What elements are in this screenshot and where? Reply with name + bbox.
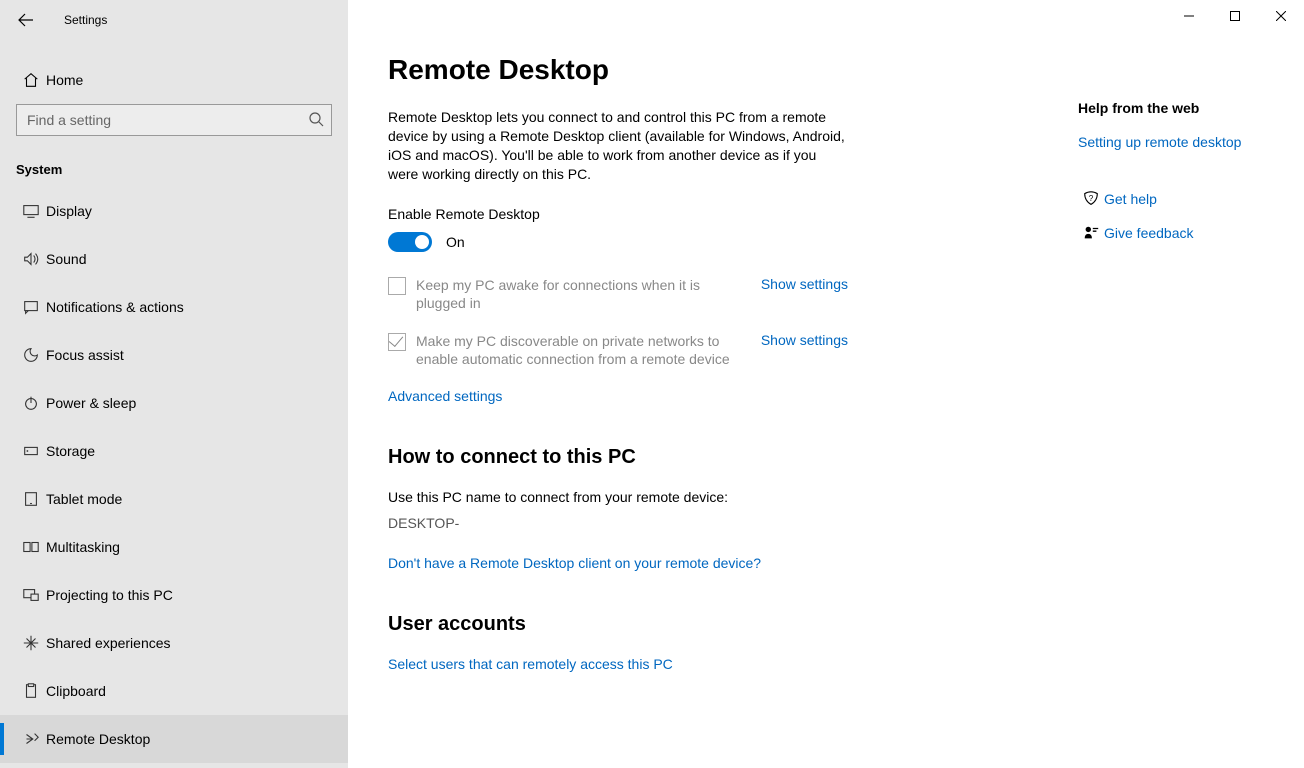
keep-awake-label: Keep my PC awake for connections when it… — [416, 276, 741, 312]
power-icon — [22, 394, 40, 412]
notifications-icon — [22, 298, 40, 316]
discoverable-label: Make my PC discoverable on private netwo… — [416, 332, 741, 368]
sound-icon — [22, 250, 40, 268]
projecting-icon — [22, 586, 40, 604]
sidebar-item-multitasking[interactable]: Multitasking — [0, 523, 348, 571]
tablet-icon — [22, 490, 40, 508]
connect-instruction: Use this PC name to connect from your re… — [388, 489, 1048, 505]
sidebar-item-label: Focus assist — [46, 347, 124, 363]
sidebar-item-clipboard[interactable]: Clipboard — [0, 667, 348, 715]
help-panel: Help from the web Setting up remote desk… — [1078, 54, 1264, 674]
minimize-icon — [1184, 11, 1194, 21]
enable-remote-desktop-toggle[interactable] — [388, 232, 432, 252]
sidebar-home-label: Home — [46, 72, 83, 88]
sidebar-item-sound[interactable]: Sound — [0, 235, 348, 283]
titlebar-left: Settings — [0, 0, 348, 40]
remote-desktop-icon — [22, 730, 40, 748]
close-button[interactable] — [1258, 0, 1304, 32]
help-heading: Help from the web — [1078, 100, 1264, 116]
close-icon — [1276, 11, 1286, 21]
sidebar-item-label: Shared experiences — [46, 635, 171, 651]
get-help-link[interactable]: Get help — [1104, 191, 1157, 207]
settings-window: Settings Home System Display — [0, 0, 1304, 768]
give-feedback-link[interactable]: Give feedback — [1104, 225, 1194, 241]
setup-remote-desktop-link[interactable]: Setting up remote desktop — [1078, 134, 1264, 150]
sidebar-item-shared-experiences[interactable]: Shared experiences — [0, 619, 348, 667]
multitasking-icon — [22, 538, 40, 556]
toggle-label: Enable Remote Desktop — [388, 206, 1048, 222]
sidebar-item-projecting[interactable]: Projecting to this PC — [0, 571, 348, 619]
svg-text:?: ? — [1089, 194, 1094, 203]
sidebar-item-notifications[interactable]: Notifications & actions — [0, 283, 348, 331]
user-accounts-heading: User accounts — [388, 613, 1048, 636]
sidebar-item-label: Display — [46, 203, 92, 219]
arrow-left-icon — [18, 12, 34, 28]
home-icon — [22, 71, 40, 89]
sidebar-item-label: Storage — [46, 443, 95, 459]
window-controls — [1166, 0, 1304, 32]
pc-name: DESKTOP- — [388, 515, 1048, 531]
search-icon — [308, 111, 324, 127]
sidebar-nav: Display Sound Notifications & actions Fo… — [0, 187, 348, 768]
window-title: Settings — [64, 13, 107, 27]
sidebar-item-tablet-mode[interactable]: Tablet mode — [0, 475, 348, 523]
minimize-button[interactable] — [1166, 0, 1212, 32]
display-icon — [22, 202, 40, 220]
sidebar-section-label: System — [0, 136, 348, 187]
storage-icon — [22, 442, 40, 460]
select-users-link[interactable]: Select users that can remotely access th… — [388, 656, 673, 672]
maximize-icon — [1230, 11, 1240, 21]
maximize-button[interactable] — [1212, 0, 1258, 32]
sidebar-item-storage[interactable]: Storage — [0, 427, 348, 475]
search-box — [16, 104, 332, 136]
toggle-state-text: On — [446, 234, 465, 250]
show-settings-link-2[interactable]: Show settings — [761, 332, 848, 348]
advanced-settings-link[interactable]: Advanced settings — [388, 388, 502, 404]
sidebar-item-label: Power & sleep — [46, 395, 136, 411]
sidebar-item-label: Notifications & actions — [46, 299, 184, 315]
sidebar-item-label: Clipboard — [46, 683, 106, 699]
keep-awake-checkbox[interactable] — [388, 277, 406, 295]
content-main: Remote Desktop Remote Desktop lets you c… — [388, 54, 1048, 674]
sidebar-item-focus-assist[interactable]: Focus assist — [0, 331, 348, 379]
sidebar-item-power-sleep[interactable]: Power & sleep — [0, 379, 348, 427]
get-help-icon: ? — [1082, 190, 1100, 208]
clipboard-icon — [22, 682, 40, 700]
sidebar-item-label: Projecting to this PC — [46, 587, 173, 603]
sidebar-home[interactable]: Home — [0, 58, 348, 102]
main-area: Remote Desktop Remote Desktop lets you c… — [348, 0, 1304, 768]
sidebar-item-remote-desktop[interactable]: Remote Desktop — [0, 715, 348, 763]
how-to-connect-heading: How to connect to this PC — [388, 446, 1048, 469]
page-title: Remote Desktop — [388, 54, 1048, 86]
sidebar-item-label: Sound — [46, 251, 86, 267]
sidebar-item-label: Multitasking — [46, 539, 120, 555]
back-button[interactable] — [12, 6, 40, 34]
feedback-icon — [1082, 224, 1100, 242]
page-description: Remote Desktop lets you connect to and c… — [388, 108, 848, 184]
search-input[interactable] — [16, 104, 332, 136]
show-settings-link-1[interactable]: Show settings — [761, 276, 848, 292]
focus-assist-icon — [22, 346, 40, 364]
rd-client-link[interactable]: Don't have a Remote Desktop client on yo… — [388, 555, 761, 571]
discoverable-checkbox[interactable] — [388, 333, 406, 351]
shared-experiences-icon — [22, 634, 40, 652]
sidebar-item-label: Remote Desktop — [46, 731, 150, 747]
sidebar-item-display[interactable]: Display — [0, 187, 348, 235]
sidebar-item-label: Tablet mode — [46, 491, 122, 507]
sidebar: Settings Home System Display — [0, 0, 348, 768]
